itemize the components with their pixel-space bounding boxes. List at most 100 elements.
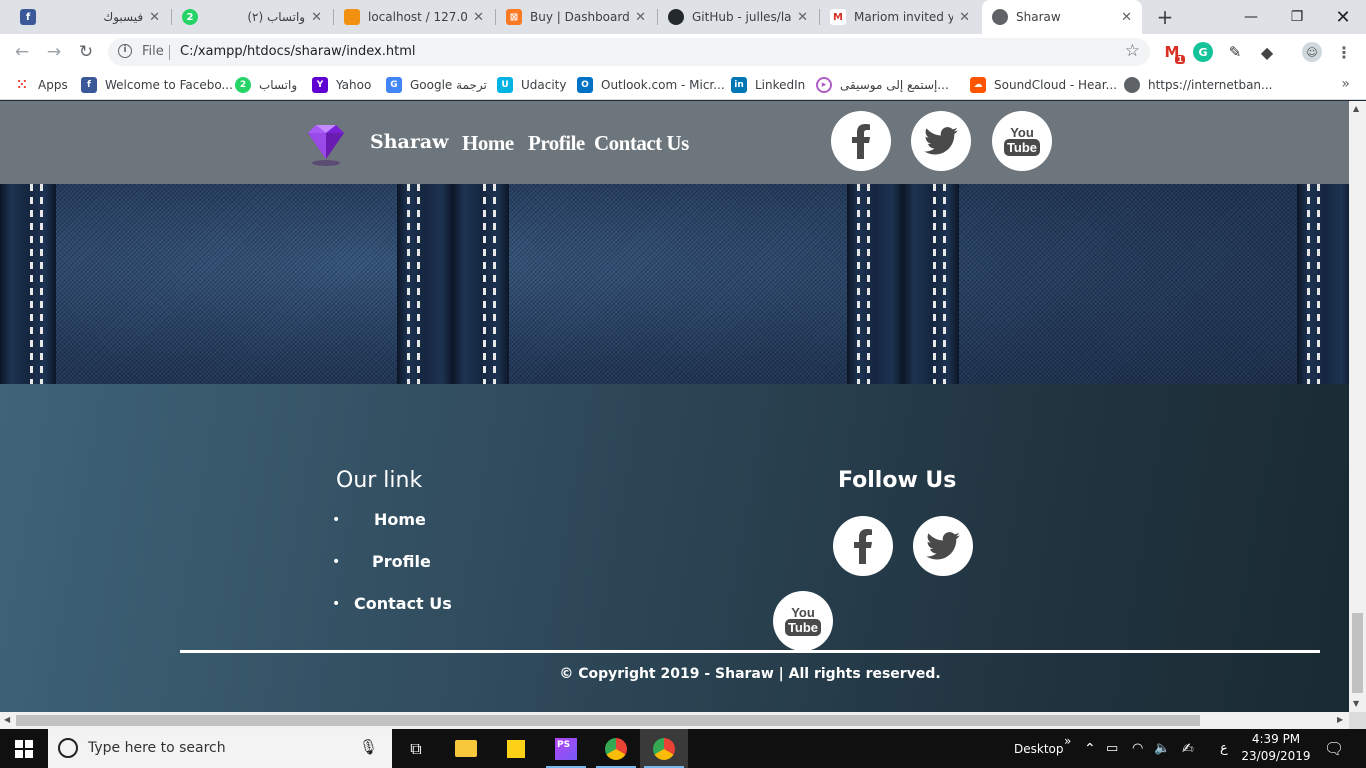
tab-dashboard[interactable]: ⊠ Buy | Dashboard ✕: [496, 0, 656, 34]
scrollbar-thumb[interactable]: [1352, 613, 1363, 693]
nav-contact-us[interactable]: Contact Us: [594, 131, 689, 156]
forward-button[interactable]: →: [42, 40, 66, 64]
footer-links: Home Profile Contact Us: [332, 510, 452, 636]
brand-name[interactable]: Sharaw: [370, 131, 449, 153]
taskbar-file-explorer[interactable]: [442, 729, 490, 768]
bookmark-music[interactable]: ▸ إستمع إلى موسيقى...: [816, 76, 949, 94]
youtube-icon: You Tube: [784, 606, 822, 636]
close-icon[interactable]: ✕: [149, 10, 160, 25]
bookmark-yahoo[interactable]: Y Yahoo: [312, 76, 371, 94]
volume-icon[interactable]: 🔈: [1154, 729, 1170, 768]
chrome-icon: [653, 737, 675, 760]
bookmark-linkedin[interactable]: in LinkedIn: [731, 76, 805, 94]
taskbar-sticky-notes[interactable]: [492, 729, 540, 768]
nav-profile[interactable]: Profile: [528, 131, 585, 156]
footer-youtube-button[interactable]: You Tube: [773, 591, 833, 651]
address-bar[interactable]: i File C:/xampp/htdocs/sharaw/index.html…: [108, 38, 1150, 66]
globe-icon: [992, 9, 1008, 25]
microphone-icon[interactable]: 🎙: [359, 738, 378, 756]
bookmark-whatsapp[interactable]: 2 واتساب: [235, 76, 297, 94]
close-icon[interactable]: ✕: [311, 10, 322, 25]
footer-link-profile[interactable]: Profile: [372, 552, 431, 571]
new-tab-button[interactable]: +: [1154, 5, 1176, 29]
menu-icon[interactable]: ⋮: [1334, 42, 1354, 62]
tab-sharaw[interactable]: Sharaw ✕: [982, 0, 1142, 34]
bookmark-internetbanking[interactable]: https://internetban...: [1124, 76, 1272, 94]
close-window-button[interactable]: ✕: [1320, 0, 1366, 34]
footer-divider: [180, 650, 1320, 653]
close-icon[interactable]: ✕: [473, 10, 484, 25]
outlook-icon: O: [577, 77, 593, 93]
language-indicator[interactable]: ع: [1220, 729, 1228, 768]
pen-icon[interactable]: ✍: [1182, 729, 1194, 768]
footer-link-home[interactable]: Home: [374, 510, 426, 529]
address-url[interactable]: C:/xampp/htdocs/sharaw/index.html: [180, 44, 416, 59]
taskbar-chrome-active[interactable]: [640, 729, 688, 768]
copyright-text: © Copyright 2019 - Sharaw | All rights r…: [559, 666, 941, 682]
facebook-icon: f: [81, 77, 97, 93]
taskbar-chrome[interactable]: [592, 729, 640, 768]
gmail-extension-icon[interactable]: M1: [1162, 42, 1185, 64]
header-youtube-button[interactable]: You Tube: [992, 111, 1052, 171]
close-icon[interactable]: ✕: [797, 10, 808, 25]
bookmark-udacity[interactable]: U Udacity: [497, 76, 567, 94]
profile-avatar[interactable]: ☺: [1302, 42, 1322, 62]
desktop-toolbar-label[interactable]: Desktop: [1014, 729, 1064, 768]
bookmark-facebook[interactable]: f Welcome to Facebo...: [81, 76, 233, 94]
tab-whatsapp[interactable]: 2 (٢) واتساب ✕: [172, 0, 332, 34]
diamond-logo-icon[interactable]: [298, 119, 354, 169]
chevron-double-icon[interactable]: »: [1064, 721, 1071, 760]
footer-twitter-button[interactable]: [913, 516, 973, 576]
start-button[interactable]: [0, 729, 48, 768]
pen-icon[interactable]: ✎: [1225, 42, 1245, 62]
close-icon[interactable]: ✕: [959, 10, 970, 25]
close-icon[interactable]: ✕: [635, 10, 646, 25]
footer-facebook-button[interactable]: [833, 516, 893, 576]
bookmark-google-translate[interactable]: G Google ترجمة: [386, 76, 487, 94]
layers-icon[interactable]: ◆: [1257, 42, 1277, 62]
footer-link-contact-us[interactable]: Contact Us: [354, 594, 452, 613]
sticky-note-icon: [507, 739, 525, 758]
notification-icon[interactable]: 🗨: [1324, 729, 1344, 768]
bookmark-apps[interactable]: ⁙ Apps: [14, 76, 68, 94]
battery-icon[interactable]: ▭: [1106, 729, 1118, 768]
denim-banner: [0, 184, 1349, 384]
tab-gmail[interactable]: M Mariom invited you ✕: [820, 0, 980, 34]
back-button[interactable]: ←: [10, 40, 34, 64]
chevron-up-icon[interactable]: ⌃: [1084, 729, 1096, 768]
tab-facebook[interactable]: f فيسبوك ✕: [10, 0, 170, 34]
wifi-icon[interactable]: ◠: [1132, 729, 1143, 768]
taskbar-phpstorm[interactable]: PS: [542, 729, 590, 768]
nav-home[interactable]: Home: [462, 131, 514, 156]
header-twitter-button[interactable]: [911, 111, 971, 171]
reload-button[interactable]: ↻: [74, 40, 98, 64]
site-header: Sharaw Home Profile Contact Us You Tube: [0, 101, 1349, 184]
chevron-right-icon[interactable]: »: [1341, 76, 1350, 92]
clock-time: 4:39 PM: [1251, 732, 1301, 746]
bookmark-soundcloud[interactable]: ☁ SoundCloud - Hear...: [970, 76, 1117, 94]
minimize-button[interactable]: —: [1228, 0, 1274, 34]
tab-phpmyadmin[interactable]: localhost / 127.0.0 ✕: [334, 0, 494, 34]
tab-github[interactable]: GitHub - julles/lara ✕: [658, 0, 818, 34]
header-facebook-button[interactable]: [831, 111, 891, 171]
info-icon[interactable]: i: [118, 44, 132, 58]
bookmark-outlook[interactable]: O Outlook.com - Micr...: [577, 76, 725, 94]
scrollbar-thumb[interactable]: [16, 715, 1200, 726]
soundcloud-icon: ☁: [970, 77, 986, 93]
grammarly-icon[interactable]: G: [1193, 42, 1213, 62]
tab-label: localhost / 127.0.0: [368, 10, 468, 24]
horizontal-scrollbar[interactable]: ◀ ▶: [0, 712, 1349, 729]
restore-button[interactable]: ❐: [1274, 0, 1320, 34]
folder-icon: [455, 740, 477, 757]
facebook-icon: [852, 124, 870, 159]
phpstorm-icon: PS: [555, 737, 577, 760]
task-view-button[interactable]: ⧉: [392, 729, 440, 768]
gmail-icon: M: [830, 9, 846, 25]
vertical-scrollbar[interactable]: ▲ ▼: [1349, 101, 1366, 712]
star-icon[interactable]: ☆: [1125, 41, 1140, 61]
close-icon[interactable]: ✕: [1121, 10, 1132, 25]
taskbar-search[interactable]: Type here to search 🎙: [48, 729, 392, 768]
twitter-icon: [926, 532, 960, 560]
tab-label: GitHub - julles/lara: [692, 10, 792, 24]
taskbar-clock[interactable]: 4:39 PM 23/09/2019: [1236, 731, 1316, 765]
